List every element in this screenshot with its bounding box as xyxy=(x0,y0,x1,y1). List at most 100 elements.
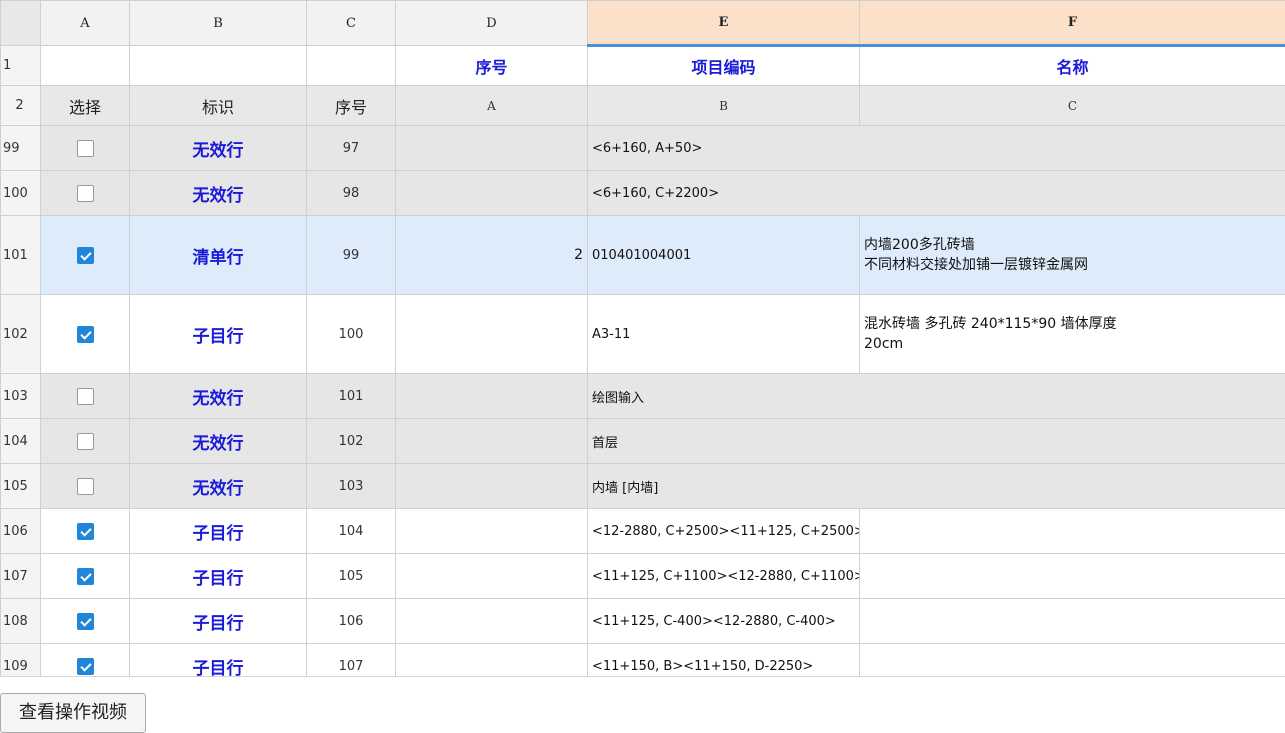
sequence-cell[interactable]: 104 xyxy=(307,509,396,554)
select-checkbox-cell[interactable] xyxy=(41,554,130,599)
sequence-cell[interactable]: 99 xyxy=(307,216,396,295)
checkbox[interactable] xyxy=(77,433,94,450)
column-header-b[interactable]: B xyxy=(130,1,307,46)
cell-d[interactable] xyxy=(396,374,588,419)
sequence-cell[interactable]: 100 xyxy=(307,295,396,374)
header-cell-select[interactable]: 选择 xyxy=(41,86,130,126)
row-type-label[interactable]: 子目行 xyxy=(130,644,307,677)
row-type-label[interactable]: 无效行 xyxy=(130,171,307,216)
cell-e[interactable]: A3-11 xyxy=(588,295,860,374)
cell[interactable] xyxy=(41,46,130,86)
row-type-label[interactable]: 无效行 xyxy=(130,419,307,464)
select-checkbox-cell[interactable] xyxy=(41,644,130,677)
checkbox[interactable] xyxy=(77,326,94,343)
cell-f[interactable] xyxy=(860,554,1285,599)
select-checkbox-cell[interactable] xyxy=(41,464,130,509)
select-checkbox-cell[interactable] xyxy=(41,216,130,295)
cell-f[interactable]: 混水砖墙 多孔砖 240*115*90 墙体厚度20cm xyxy=(860,295,1285,374)
checkbox[interactable] xyxy=(77,388,94,405)
sequence-cell[interactable]: 106 xyxy=(307,599,396,644)
row-type-label[interactable]: 子目行 xyxy=(130,509,307,554)
row-number[interactable]: 104 xyxy=(1,419,41,464)
cell-d[interactable] xyxy=(396,419,588,464)
column-header-a[interactable]: A xyxy=(41,1,130,46)
row-type-label[interactable]: 子目行 xyxy=(130,599,307,644)
header-cell-name[interactable]: 名称 xyxy=(860,46,1285,86)
row-number[interactable]: 2 xyxy=(1,86,41,126)
header-cell-seq[interactable]: 序号 xyxy=(396,46,588,86)
cell-e[interactable]: 绘图输入 xyxy=(588,374,1285,419)
select-checkbox-cell[interactable] xyxy=(41,599,130,644)
column-header-f[interactable]: F xyxy=(860,1,1285,46)
cell-e[interactable]: <12-2880, C+2500><11+125, C+2500> xyxy=(588,509,860,554)
row-number[interactable]: 108 xyxy=(1,599,41,644)
cell-d[interactable]: 2 xyxy=(396,216,588,295)
row-type-label[interactable]: 无效行 xyxy=(130,126,307,171)
row-number[interactable]: 101 xyxy=(1,216,41,295)
header-cell-mark[interactable]: 标识 xyxy=(130,86,307,126)
column-header-d[interactable]: D xyxy=(396,1,588,46)
select-checkbox-cell[interactable] xyxy=(41,171,130,216)
row-number[interactable]: 107 xyxy=(1,554,41,599)
header-cell-b[interactable]: B xyxy=(588,86,860,126)
cell-e[interactable]: <11+125, C-400><12-2880, C-400> xyxy=(588,599,860,644)
select-checkbox-cell[interactable] xyxy=(41,509,130,554)
select-checkbox-cell[interactable] xyxy=(41,419,130,464)
view-tutorial-video-button[interactable]: 查看操作视频 xyxy=(0,693,146,733)
checkbox[interactable] xyxy=(77,140,94,157)
sequence-cell[interactable]: 102 xyxy=(307,419,396,464)
cell-e[interactable]: <11+150, B><11+150, D-2250> xyxy=(588,644,860,677)
select-checkbox-cell[interactable] xyxy=(41,126,130,171)
cell-f[interactable] xyxy=(860,644,1285,677)
cell-d[interactable] xyxy=(396,464,588,509)
column-header-c[interactable]: C xyxy=(307,1,396,46)
cell-d[interactable] xyxy=(396,295,588,374)
cell-d[interactable] xyxy=(396,554,588,599)
header-cell-c[interactable]: C xyxy=(860,86,1285,126)
cell-d[interactable] xyxy=(396,126,588,171)
checkbox[interactable] xyxy=(77,658,94,675)
row-number[interactable]: 109 xyxy=(1,644,41,677)
select-all-corner[interactable] xyxy=(1,1,41,46)
cell-e[interactable]: 首层 xyxy=(588,419,1285,464)
cell-d[interactable] xyxy=(396,644,588,677)
row-number[interactable]: 99 xyxy=(1,126,41,171)
select-checkbox-cell[interactable] xyxy=(41,295,130,374)
cell-e[interactable]: <6+160, A+50> xyxy=(588,126,1285,171)
select-checkbox-cell[interactable] xyxy=(41,374,130,419)
header-cell-seq[interactable]: 序号 xyxy=(307,86,396,126)
cell-d[interactable] xyxy=(396,171,588,216)
header-cell-code[interactable]: 项目编码 xyxy=(588,46,860,86)
checkbox[interactable] xyxy=(77,613,94,630)
checkbox[interactable] xyxy=(77,523,94,540)
row-number[interactable]: 100 xyxy=(1,171,41,216)
row-number[interactable]: 102 xyxy=(1,295,41,374)
row-type-label[interactable]: 无效行 xyxy=(130,374,307,419)
row-type-label[interactable]: 子目行 xyxy=(130,554,307,599)
sequence-cell[interactable]: 103 xyxy=(307,464,396,509)
cell[interactable] xyxy=(307,46,396,86)
cell-d[interactable] xyxy=(396,599,588,644)
row-type-label[interactable]: 清单行 xyxy=(130,216,307,295)
checkbox[interactable] xyxy=(77,568,94,585)
sequence-cell[interactable]: 97 xyxy=(307,126,396,171)
cell-f[interactable] xyxy=(860,599,1285,644)
row-number[interactable]: 105 xyxy=(1,464,41,509)
row-type-label[interactable]: 子目行 xyxy=(130,295,307,374)
cell-e[interactable]: <11+125, C+1100><12-2880, C+1100> xyxy=(588,554,860,599)
checkbox[interactable] xyxy=(77,247,94,264)
row-type-label[interactable]: 无效行 xyxy=(130,464,307,509)
cell-d[interactable] xyxy=(396,509,588,554)
cell-f[interactable]: 内墙200多孔砖墙不同材料交接处加铺一层镀锌金属网 xyxy=(860,216,1285,295)
cell[interactable] xyxy=(130,46,307,86)
cell-e[interactable]: 010401004001 xyxy=(588,216,860,295)
column-header-e[interactable]: E xyxy=(588,1,860,46)
cell-f[interactable] xyxy=(860,509,1285,554)
header-cell-a[interactable]: A xyxy=(396,86,588,126)
cell-e[interactable]: 内墙 [内墙] xyxy=(588,464,1285,509)
sequence-cell[interactable]: 105 xyxy=(307,554,396,599)
row-number[interactable]: 1 xyxy=(1,46,41,86)
row-number[interactable]: 103 xyxy=(1,374,41,419)
sequence-cell[interactable]: 101 xyxy=(307,374,396,419)
sequence-cell[interactable]: 98 xyxy=(307,171,396,216)
